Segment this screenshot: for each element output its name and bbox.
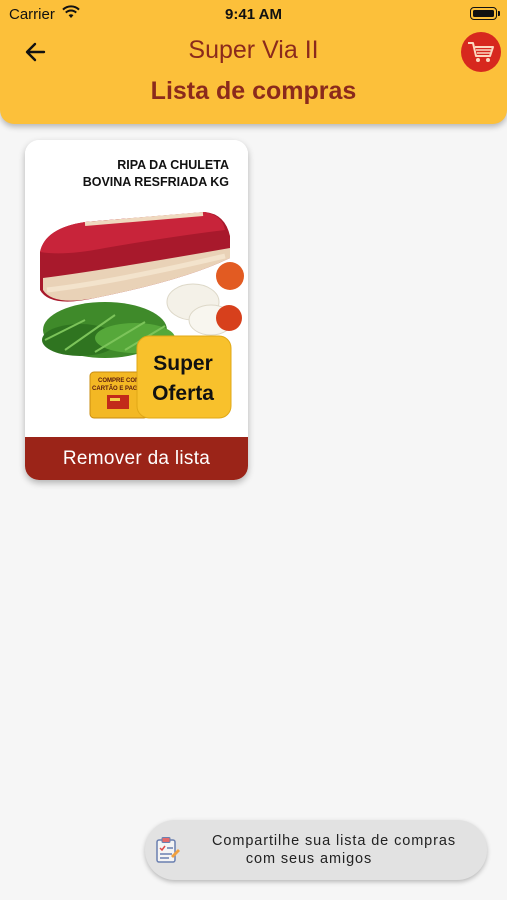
super-oferta-badge: Super Oferta xyxy=(136,335,232,419)
tomato-slice xyxy=(216,305,242,331)
badge-text-line2: Oferta xyxy=(152,382,214,405)
product-name-line1: RIPA DA CHULETA xyxy=(117,158,229,172)
clipboard-icon xyxy=(156,837,180,863)
promo-text-line1: COMPRE COM xyxy=(98,378,140,384)
cart-icon xyxy=(468,42,494,62)
app-header: Carrier 9:41 AM Super Via II Lista de co… xyxy=(0,0,507,124)
product-image: RIPA DA CHULETA BOVINA RESFRIADA KG COMP… xyxy=(25,140,248,437)
product-card[interactable]: RIPA DA CHULETA BOVINA RESFRIADA KG COMP… xyxy=(25,140,248,480)
page-title: Lista de compras xyxy=(150,77,357,105)
share-list-button[interactable]: Compartilhe sua lista de compras com seu… xyxy=(145,820,487,880)
battery-icon xyxy=(470,7,500,20)
status-bar: Carrier 9:41 AM xyxy=(0,0,507,28)
product-name-line2: BOVINA RESFRIADA KG xyxy=(83,175,229,189)
tomato-slice xyxy=(216,262,244,290)
cart-button[interactable] xyxy=(461,32,501,72)
app-title: Super Via II xyxy=(188,36,319,64)
badge-text-line1: Super xyxy=(153,352,213,375)
share-text-line1: Compartilhe sua lista de compras xyxy=(212,833,456,849)
remove-from-list-button[interactable]: Remover da lista xyxy=(25,437,248,480)
share-text-line2: com seus amigos xyxy=(245,851,373,867)
clock: 9:41 AM xyxy=(225,6,282,23)
